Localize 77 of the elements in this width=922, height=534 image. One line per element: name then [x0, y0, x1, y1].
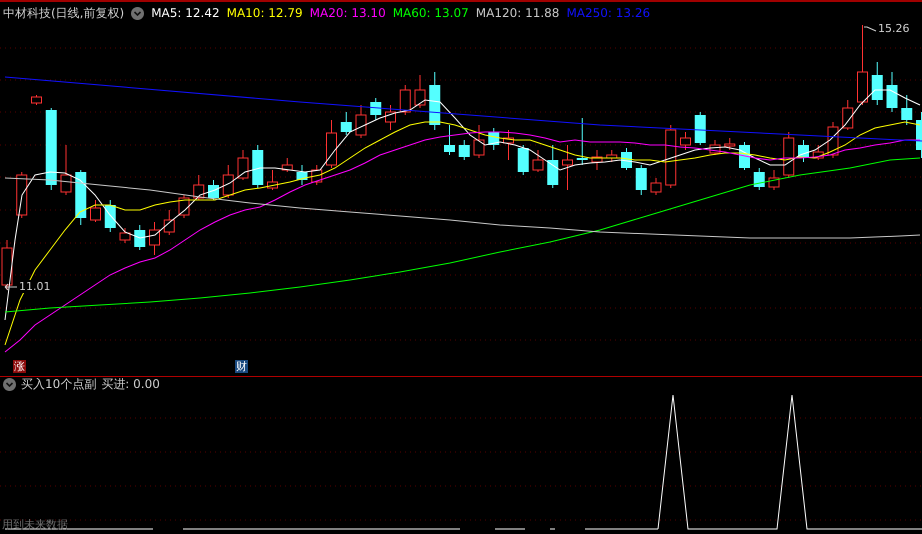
candlestick [650, 178, 662, 196]
candlestick [710, 140, 720, 156]
candlestick [60, 144, 72, 196]
candlestick [474, 124, 484, 158]
chevron-down-icon[interactable] [131, 6, 144, 20]
event-badge[interactable]: 涨 [13, 360, 26, 373]
signal-line [494, 528, 526, 530]
candlestick [842, 100, 854, 130]
indicator-reading: 买进: 0.00 [101, 376, 160, 393]
chart-title: 中材科技(日线,前复权) [3, 4, 124, 22]
candlestick [400, 84, 411, 116]
candlestick [104, 200, 116, 232]
candlestick [754, 168, 765, 190]
candlestick [326, 120, 337, 168]
candlestick [31, 94, 42, 106]
candlestick [340, 112, 352, 136]
candlestick [222, 164, 234, 198]
price-label: 15.26 [878, 22, 910, 35]
candlestick [576, 118, 588, 166]
candlestick [621, 148, 632, 170]
candlestick [90, 200, 101, 222]
signal-line [550, 528, 556, 530]
candlestick [532, 150, 544, 172]
candlestick [252, 144, 264, 188]
candlestick [429, 72, 440, 130]
event-badge[interactable]: 财 [235, 360, 248, 373]
candlestick [311, 164, 322, 186]
candlestick [680, 132, 691, 150]
candlestick [458, 140, 470, 160]
moving-average-label: MA120: 11.88 [476, 6, 560, 20]
candlestick [562, 144, 573, 190]
candlestick [916, 112, 922, 158]
candlestick [2, 240, 12, 290]
warning-text: 用到未来数据 [2, 517, 68, 532]
candlestick [606, 150, 618, 162]
candlestick [356, 104, 366, 138]
candlestick [370, 98, 382, 120]
candlestick [134, 224, 146, 250]
candlestick [812, 144, 824, 160]
candlestick [414, 74, 426, 108]
candlestick [296, 164, 308, 186]
candlestick [798, 140, 809, 162]
candlestick [149, 222, 160, 256]
candlestick [164, 210, 175, 236]
candlestick [872, 62, 883, 106]
candlestick [282, 158, 293, 172]
candlestick [901, 94, 912, 126]
candlestick [636, 164, 647, 196]
candlestick [886, 72, 898, 112]
candlestick [665, 124, 676, 188]
candlestick [768, 170, 780, 190]
candlestick [16, 172, 28, 218]
candlestick [547, 144, 558, 188]
indicator-name: 买入10个点副 [21, 376, 96, 393]
moving-average-label: MA60: 13.07 [392, 6, 469, 20]
candlestick [75, 170, 86, 226]
moving-average-label: MA10: 12.79 [226, 6, 303, 20]
candlestick [488, 128, 500, 150]
candlestick [267, 170, 278, 190]
candlestick [444, 124, 455, 156]
moving-average-label: MA5: 12.42 [151, 6, 220, 20]
candlestick [193, 174, 204, 200]
candlestick [518, 144, 529, 176]
moving-average-label: MA20: 13.10 [310, 6, 386, 20]
candlestick [238, 150, 248, 180]
candlestick [208, 180, 219, 200]
candlestick [592, 150, 602, 170]
candlestick [724, 138, 736, 150]
pointer-arrow-icon [4, 282, 18, 290]
moving-average-label: MA250: 13.26 [566, 6, 650, 20]
candlestick [694, 112, 706, 146]
candlestick [385, 104, 396, 130]
price-label: 11.01 [19, 280, 50, 293]
chevron-down-icon[interactable] [3, 378, 16, 391]
candlestick [120, 228, 130, 244]
candlestick [783, 132, 794, 178]
candlestick [503, 130, 514, 160]
